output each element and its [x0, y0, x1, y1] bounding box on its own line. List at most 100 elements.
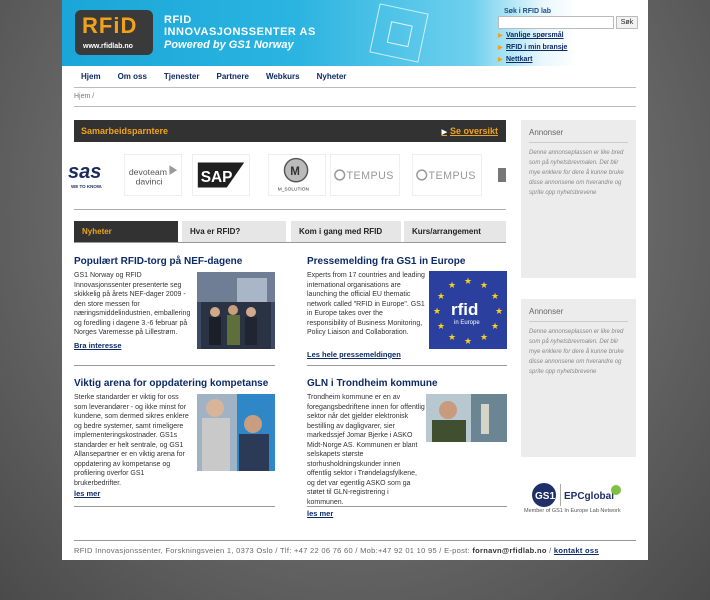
tempus-logo-icon: TEMPUS — [416, 169, 476, 182]
partner-logo-sap[interactable]: SAP — [192, 154, 250, 196]
main-nav: Hjem Om oss Tjenester Partnere Webkurs Nyhete… — [74, 66, 636, 88]
nav-item-services[interactable]: Tjenester — [164, 66, 200, 88]
quick-link-label: Nettkart — [506, 56, 533, 63]
arrow-icon: ▶ — [498, 45, 503, 51]
contact-link[interactable]: kontakt oss — [554, 546, 599, 555]
gs1-logo-icon: GS1 EPCglobal — [532, 483, 621, 507]
tab-courses[interactable]: Kurs/arrangement — [404, 221, 506, 242]
see-all-link[interactable]: ▶ Se oversikt — [442, 126, 498, 136]
article-title[interactable]: Viktig arena for oppdatering kompetanse — [74, 378, 284, 389]
quick-links: ▶ Vanlige spørsmål ▶ RFID i min bransje ▶ N… — [498, 30, 567, 66]
sas-logo-text: sas — [68, 161, 101, 183]
article-body-text: Trondheim kommune er en av foregangsbedr… — [307, 394, 425, 506]
rfid-logo[interactable]: RFiD www.rfidlab.no — [75, 10, 153, 55]
footer: RFID Innovasjonssenter, Forskningsveien … — [74, 546, 599, 555]
partial-logo-icon — [498, 168, 506, 182]
nav-item-home[interactable]: Hjem — [81, 66, 101, 88]
footer-address: RFID Innovasjonssenter, Forskningsveien … — [74, 546, 470, 555]
footer-email[interactable]: fornavn@rfidlab.no — [472, 546, 546, 555]
article-photo[interactable]: ★ ★ ★ ★ ★ ★ ★ ★ ★ ★ ★ ★ rfid in Europe — [429, 271, 507, 349]
badge-rfid-text: rfid — [451, 300, 478, 319]
see-all-label: Se oversikt — [449, 126, 498, 136]
two-men-photo — [197, 394, 275, 471]
arrow-icon: ▶ — [498, 33, 503, 39]
article-more-link[interactable]: Les hele pressemeldingen — [307, 350, 507, 359]
svg-text:★: ★ — [464, 277, 472, 287]
partner-logo-msolution[interactable]: M M_SOLUTION — [268, 154, 326, 196]
partner-logo-strip: sas WE TO KNOW. devoteam davinci SAP M M… — [62, 154, 506, 198]
article-photo[interactable] — [197, 394, 275, 471]
nav-item-news[interactable]: Nyheter — [317, 66, 347, 88]
article-title[interactable]: GLN i Trondheim kommune — [307, 378, 517, 389]
divider — [529, 142, 628, 143]
logo-text: RFiD — [82, 13, 138, 38]
sas-logo-icon: sas WE TO KNOW. — [68, 161, 102, 189]
tab-what-is-rfid[interactable]: Hva er RFID? — [182, 221, 286, 242]
man-portrait-photo — [426, 394, 507, 442]
badge-europe-text: in Europe — [454, 320, 480, 326]
svg-text:★: ★ — [480, 333, 488, 343]
rfid-chip-graphic — [369, 3, 429, 63]
footer-separator: / — [549, 546, 552, 555]
divider — [529, 321, 628, 322]
msolution-logo-text: M_SOLUTION — [278, 186, 310, 192]
divider — [74, 209, 506, 210]
article-body: Sterke standarder er viktig for oss som … — [74, 394, 189, 487]
partner-logo-devoteam[interactable]: devoteam davinci — [124, 154, 182, 196]
svg-text:★: ★ — [433, 307, 441, 317]
brand-tagline: Powered by GS1 Norway — [164, 39, 294, 51]
quick-link-faq[interactable]: ▶ Vanlige spørsmål — [498, 30, 567, 42]
play-icon: ▶ — [441, 129, 447, 136]
partner-logo-tempus-2[interactable]: TEMPUS — [412, 154, 482, 196]
svg-text:★: ★ — [448, 333, 456, 343]
ad-text: Denne annonseplassen er like bred som på… — [529, 150, 624, 196]
divider — [74, 365, 275, 366]
logo-url: www.rfidlab.no — [83, 43, 133, 50]
divider — [74, 242, 506, 243]
article-photo[interactable] — [197, 272, 275, 349]
ad-text: Denne annonseplassen er like bred som på… — [529, 329, 624, 375]
article-title[interactable]: Populært RFID-torg på NEF-dagene — [74, 256, 284, 267]
article-photo[interactable] — [426, 394, 507, 442]
tempus-logo-text: TEMPUS — [429, 170, 476, 182]
divider — [74, 506, 275, 507]
nav-item-webcourse[interactable]: Webkurs — [266, 66, 300, 88]
nav-item-about[interactable]: Om oss — [118, 66, 147, 88]
svg-text:davinci: davinci — [136, 177, 163, 187]
svg-text:M: M — [290, 166, 300, 178]
divider — [307, 506, 507, 507]
sas-tag-text: WE TO KNOW. — [71, 184, 102, 189]
nav-item-partners[interactable]: Partnere — [216, 66, 248, 88]
partner-logo-partial[interactable] — [494, 154, 506, 196]
tempus-logo-icon: TEMPUS — [334, 169, 394, 182]
article-more-link[interactable]: les mer — [307, 507, 517, 518]
tab-news[interactable]: Nyheter — [74, 221, 178, 242]
partner-logo-sas[interactable]: sas WE TO KNOW. — [62, 154, 112, 196]
search-input[interactable] — [498, 16, 614, 29]
msolution-logo-icon: M M_SOLUTION — [278, 157, 310, 192]
article-more-link[interactable]: les mer — [74, 489, 284, 498]
quick-link-industry[interactable]: ▶ RFID i min bransje — [498, 42, 567, 54]
svg-text:★: ★ — [495, 307, 503, 317]
article-body: Experts from 17 countries and leading in… — [307, 272, 425, 336]
svg-text:devoteam: devoteam — [129, 167, 167, 177]
breadcrumb[interactable]: Hjem / — [74, 93, 94, 100]
gs1-mark-text: GS1 — [535, 491, 555, 502]
partners-title: Samarbeidsparntere — [81, 126, 169, 136]
tab-get-started[interactable]: Kom i gang med RFID — [291, 221, 401, 242]
tempus-logo-text: TEMPUS — [347, 170, 394, 182]
sap-logo-text: SAP — [201, 169, 233, 186]
divider — [307, 365, 507, 366]
ad-box: Annonser Denne annonseplassen er like br… — [521, 120, 636, 278]
gs1-epcglobal-logo[interactable]: GS1 EPCglobal — [530, 480, 626, 510]
arrow-icon: ▶ — [498, 57, 503, 63]
quick-link-sitemap[interactable]: ▶ Nettkart — [498, 54, 567, 66]
page: RFiD www.rfidlab.no RFID INNOVASJONSSENT… — [62, 0, 648, 560]
epcglobal-text: EPCglobal — [564, 491, 614, 502]
article-title[interactable]: Pressemelding fra GS1 in Europe — [307, 256, 507, 267]
partner-logo-tempus-1[interactable]: TEMPUS — [330, 154, 400, 196]
svg-text:★: ★ — [464, 337, 472, 347]
ad-title: Annonser — [529, 307, 564, 316]
ad-title: Annonser — [529, 128, 564, 137]
search-button[interactable]: Søk — [616, 16, 638, 29]
